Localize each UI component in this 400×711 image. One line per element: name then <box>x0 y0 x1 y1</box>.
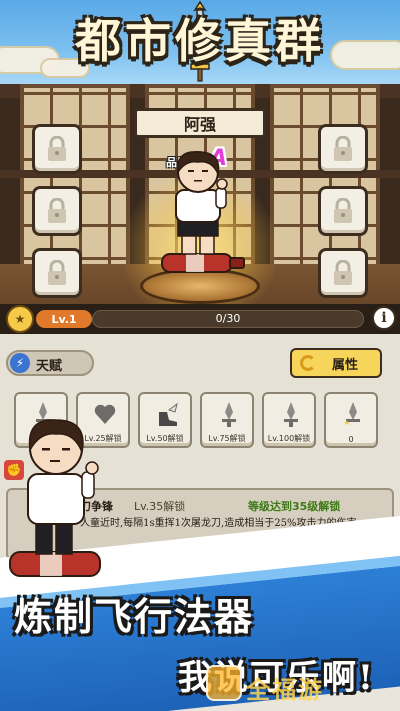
character-name: 阿强 <box>183 115 216 134</box>
attributes-label: 属性 <box>331 357 358 373</box>
winged-boot-icon <box>159 402 178 426</box>
skill-slot[interactable]: 0 <box>324 392 378 448</box>
promo-headline: 炼制飞行法器 <box>14 594 255 639</box>
lightning-icon: ⚡ <box>10 353 30 373</box>
bottle-icon <box>161 253 245 273</box>
skill-caption: 0 <box>348 435 354 444</box>
equipment-slot-locked[interactable] <box>32 124 82 174</box>
equipment-slot-locked[interactable] <box>32 248 82 298</box>
skill-caption: Lv.50解锁 <box>146 434 184 443</box>
talent-level-requirement: Lv.35解锁 <box>134 500 186 513</box>
skill-caption: Lv.75解锁 <box>208 434 246 443</box>
sword-icon <box>222 402 236 427</box>
skill-slot[interactable]: Lv.50解锁 <box>138 392 192 448</box>
unlock-hint: 等级达到35级解锁 <box>248 500 341 513</box>
watermark-logo-icon <box>206 665 242 701</box>
lock-icon <box>48 260 66 285</box>
star-sword-icon <box>344 402 360 425</box>
character-name-plaque: 阿强 <box>134 108 266 138</box>
xp-progress-text: 0/30 <box>215 312 241 325</box>
game-title: 都市修真群 <box>75 14 325 68</box>
lock-icon <box>48 198 66 223</box>
star-icon: ★ <box>6 305 34 333</box>
lock-icon <box>334 136 352 161</box>
skill-slot[interactable]: Lv.75解锁 <box>200 392 254 448</box>
equipment-slot-locked[interactable] <box>32 186 82 236</box>
swirl-icon <box>300 355 316 371</box>
promo-character <box>9 419 101 577</box>
equipment-slot-locked[interactable] <box>318 124 368 174</box>
sword-icon <box>284 402 298 427</box>
level-label: Lv.1 <box>36 310 92 328</box>
equipment-slot-locked[interactable] <box>318 186 368 236</box>
lock-icon <box>334 260 352 285</box>
equipment-slot-locked[interactable] <box>318 248 368 298</box>
lock-icon <box>48 136 66 161</box>
character-sprite[interactable] <box>152 150 248 280</box>
info-icon[interactable]: i <box>372 306 396 330</box>
skill-slot[interactable]: Lv.100解锁 <box>262 392 316 448</box>
watermark-text: 全福游 <box>246 676 324 704</box>
attributes-button[interactable]: 属性 <box>290 348 382 378</box>
skill-caption: Lv.100解锁 <box>267 434 311 443</box>
lock-icon <box>334 198 352 223</box>
tab-talent-label: 天赋 <box>36 359 63 374</box>
